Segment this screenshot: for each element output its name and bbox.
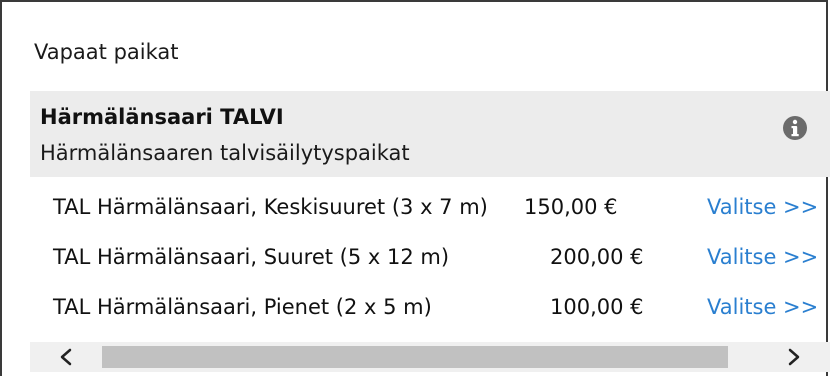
panel-title: Vapaat paikat [34,40,179,64]
spot-price: 100,00 € [550,295,644,319]
select-link[interactable]: Valitse >> [707,195,818,219]
select-link[interactable]: Valitse >> [707,295,818,319]
scroll-left-button[interactable] [30,342,102,372]
info-icon[interactable] [782,115,808,141]
spot-name: TAL Härmälänsaari, Pienet (2 x 5 m) [53,295,432,319]
spot-name: TAL Härmälänsaari, Suuret (5 x 12 m) [53,245,450,269]
list-item: TAL Härmälänsaari, Pienet (2 x 5 m) 100,… [30,288,830,332]
chevron-left-icon [60,348,72,366]
horizontal-scrollbar[interactable] [30,342,830,372]
category-name: Härmälänsaari TALVI [40,105,284,129]
category-header: Härmälänsaari TALVI Härmälänsaaren talvi… [30,91,830,177]
category-description: Härmälänsaaren talvisäilytyspaikat [40,141,410,165]
select-link[interactable]: Valitse >> [707,245,818,269]
spot-price: 200,00 € [550,245,644,269]
list-item: TAL Härmälänsaari, Suuret (5 x 12 m) 200… [30,238,830,282]
list-item: TAL Härmälänsaari, Keskisuuret (3 x 7 m)… [30,188,830,232]
chevron-right-icon [788,348,800,366]
spot-price: 150,00 € [524,195,618,219]
scroll-thumb[interactable] [102,346,728,368]
spot-name: TAL Härmälänsaari, Keskisuuret (3 x 7 m) [53,195,488,219]
scroll-right-button[interactable] [758,342,830,372]
available-spots-panel: Vapaat paikat Härmälänsaari TALVI Härmäl… [0,0,830,376]
